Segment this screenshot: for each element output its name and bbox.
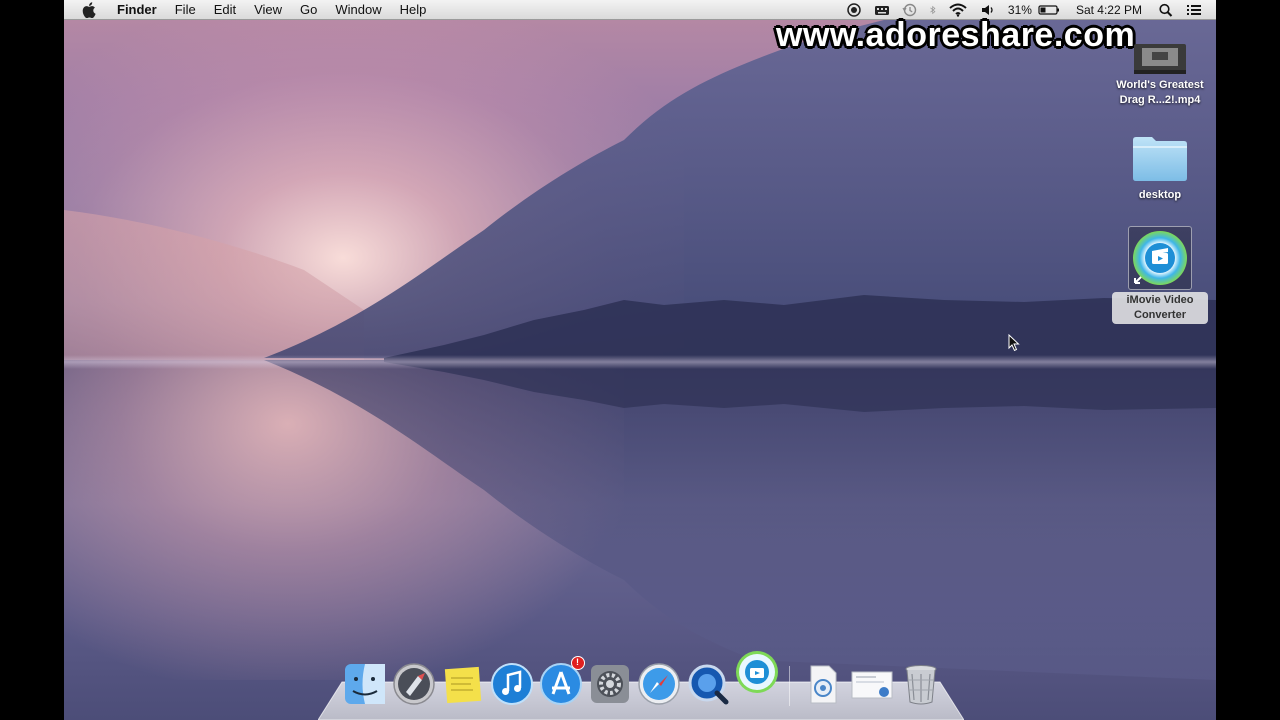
imovie-converter-alias-icon — [1133, 231, 1187, 285]
record-icon[interactable] — [846, 2, 862, 17]
volume-icon[interactable] — [980, 3, 996, 17]
clock[interactable]: Sat 4:22 PM — [1076, 3, 1142, 17]
selection-highlight — [1128, 226, 1192, 290]
spotlight-icon[interactable] — [1158, 3, 1174, 17]
battery-percent[interactable]: 31% — [1008, 3, 1032, 17]
itunes-icon — [490, 663, 533, 705]
watermark: www.adoreshare.com — [776, 16, 1136, 54]
wallpaper-horizon — [64, 355, 1216, 369]
imovie-converter-icon — [735, 651, 778, 693]
trash-icon — [905, 665, 936, 705]
safari-icon — [637, 663, 680, 705]
bluetooth-icon[interactable] — [928, 3, 938, 17]
menu-view[interactable]: View — [245, 0, 291, 20]
dock-finder[interactable] — [343, 662, 387, 706]
quicktime-icon — [688, 664, 728, 705]
dock-itunes[interactable] — [490, 662, 534, 706]
wifi-icon[interactable] — [948, 3, 968, 17]
video-file-icon — [1134, 44, 1186, 74]
menu-window[interactable]: Window — [326, 0, 390, 20]
keyboard-icon[interactable] — [874, 3, 890, 17]
stickies-icon — [444, 666, 481, 704]
dock-trash[interactable] — [899, 662, 943, 706]
desktop[interactable]: Finder File Edit View Go Window Help 31%… — [64, 0, 1216, 720]
folder-icon — [1133, 137, 1187, 181]
menu-go[interactable]: Go — [291, 0, 326, 20]
desktop-item-video[interactable]: World's Greatest Drag R...2!.mp4 — [1112, 44, 1208, 108]
downloads-stack-icon — [810, 665, 836, 704]
menu-edit[interactable]: Edit — [205, 0, 245, 20]
launchpad-icon — [392, 663, 435, 705]
finder-icon — [344, 664, 385, 704]
desktop-item-label: World's Greatest Drag R...2!.mp4 — [1116, 79, 1204, 106]
documents-stack-icon — [851, 671, 892, 699]
battery-icon[interactable] — [1038, 3, 1060, 17]
desktop-item-folder[interactable]: desktop — [1112, 134, 1208, 203]
wallpaper-mountains — [64, 20, 1216, 680]
menu-help[interactable]: Help — [391, 0, 436, 20]
dock-separator — [789, 666, 790, 706]
desktop-item-label: desktop — [1138, 189, 1182, 201]
menu-file[interactable]: File — [166, 0, 205, 20]
menu-finder[interactable]: Finder — [108, 0, 166, 20]
dock-imovie-converter[interactable] — [735, 650, 779, 694]
dock-safari[interactable] — [637, 662, 681, 706]
dock-system-preferences[interactable] — [588, 662, 632, 706]
mouse-cursor-icon — [1008, 334, 1020, 352]
dock-app-store[interactable]: ! — [539, 656, 585, 706]
dock-documents[interactable] — [850, 662, 894, 706]
apple-icon[interactable] — [82, 1, 96, 18]
dock-quicktime[interactable] — [686, 662, 730, 706]
desktop-item-label: iMovie Video Converter — [1112, 292, 1208, 324]
time-machine-icon[interactable] — [902, 3, 918, 17]
dock-launchpad[interactable] — [392, 662, 436, 706]
dock-items: ! — [340, 650, 945, 706]
desktop-item-imovie-converter[interactable]: iMovie Video Converter — [1112, 226, 1208, 324]
dock-stickies[interactable] — [441, 662, 485, 706]
app-store-badge: ! — [570, 656, 585, 670]
dock-downloads[interactable] — [801, 662, 845, 706]
notification-center-icon[interactable] — [1186, 3, 1202, 17]
system-preferences-icon — [590, 665, 629, 703]
